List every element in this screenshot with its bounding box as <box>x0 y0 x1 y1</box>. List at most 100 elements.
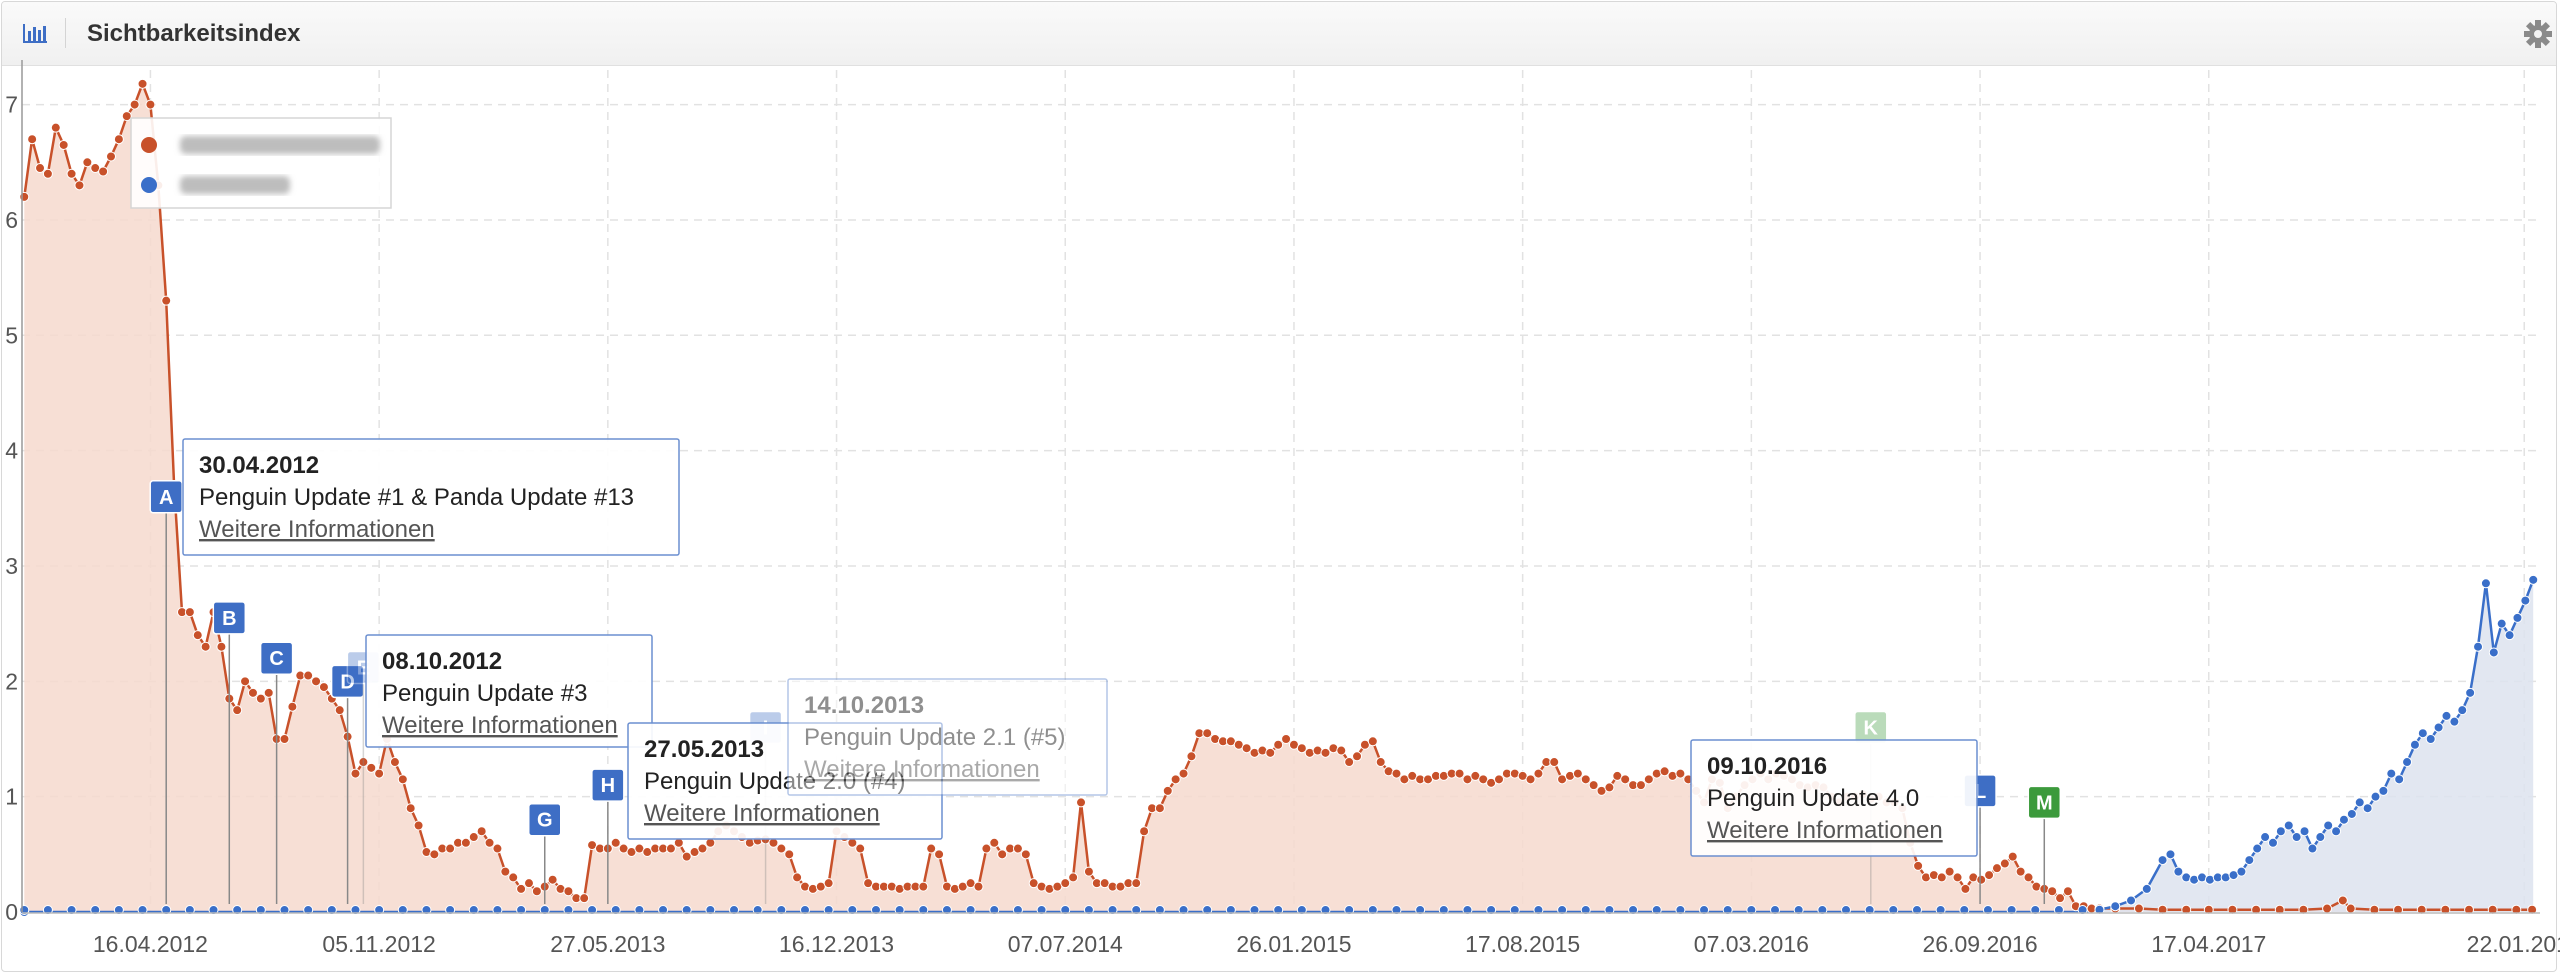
series1-point[interactable] <box>1454 768 1465 779</box>
series1-point[interactable] <box>1525 774 1536 785</box>
series1-point[interactable] <box>263 687 274 698</box>
series2-point[interactable] <box>2465 687 2476 698</box>
series1-point[interactable] <box>318 682 329 693</box>
series1-point[interactable] <box>137 78 148 89</box>
series1-point[interactable] <box>216 641 227 652</box>
series1-point[interactable] <box>2023 872 2034 883</box>
series1-point[interactable] <box>1620 774 1631 785</box>
series2-point[interactable] <box>2425 733 2436 744</box>
series1-point[interactable] <box>1952 872 1963 883</box>
series2-point[interactable] <box>2496 618 2507 629</box>
series2-point[interactable] <box>2409 739 2420 750</box>
series2-point[interactable] <box>2528 574 2539 585</box>
series1-point[interactable] <box>42 168 53 179</box>
series1-point[interactable] <box>1936 872 1947 883</box>
series1-point[interactable] <box>1999 858 2010 869</box>
series1-point[interactable] <box>1068 872 1079 883</box>
series1-point[interactable] <box>579 893 590 904</box>
series1-point[interactable] <box>192 630 203 641</box>
series1-point[interactable] <box>397 774 408 785</box>
series1-point[interactable] <box>405 803 416 814</box>
tooltip-link[interactable]: Weitere Informationen <box>804 756 1040 783</box>
series1-point[interactable] <box>476 826 487 837</box>
tooltip-link[interactable]: Weitere Informationen <box>644 800 880 827</box>
series2-point[interactable] <box>2110 901 2121 912</box>
series2-point[interactable] <box>2157 855 2168 866</box>
series1-point[interactable] <box>1273 739 1284 750</box>
series1-point[interactable] <box>121 111 132 122</box>
series1-point[interactable] <box>145 99 156 110</box>
series2-point[interactable] <box>2488 647 2499 658</box>
tooltip-link[interactable]: Weitere Informationen <box>199 516 435 543</box>
series1-point[interactable] <box>1960 883 1971 894</box>
series1-point[interactable] <box>1131 878 1142 889</box>
series1-point[interactable] <box>2015 866 2026 877</box>
series1-point[interactable] <box>1352 751 1363 762</box>
series1-point[interactable] <box>1635 780 1646 791</box>
series2-point[interactable] <box>2315 832 2326 843</box>
series1-point[interactable] <box>389 757 400 768</box>
series1-point[interactable] <box>35 163 46 174</box>
series2-point[interactable] <box>2354 797 2365 808</box>
series1-point[interactable] <box>106 151 117 162</box>
legend-marker-series2[interactable] <box>141 177 157 193</box>
series1-point[interactable] <box>1604 782 1615 793</box>
series2-point[interactable] <box>2504 630 2515 641</box>
series1-point[interactable] <box>1367 736 1378 747</box>
series1-point[interactable] <box>184 607 195 618</box>
series1-point[interactable] <box>1170 774 1181 785</box>
tooltip-link[interactable]: Weitere Informationen <box>382 712 618 739</box>
legend-label-series2-blurred[interactable] <box>180 176 290 194</box>
series1-point[interactable] <box>255 693 266 704</box>
series2-point[interactable] <box>2307 843 2318 854</box>
series2-point[interactable] <box>2244 855 2255 866</box>
series1-point[interactable] <box>1391 768 1402 779</box>
series1-point[interactable] <box>508 872 519 883</box>
series1-point[interactable] <box>2062 886 2073 897</box>
series1-point[interactable] <box>460 837 471 848</box>
series2-point[interactable] <box>2275 826 2286 837</box>
series1-point[interactable] <box>1549 757 1560 768</box>
series1-point[interactable] <box>1162 785 1173 796</box>
series1-point[interactable] <box>1533 768 1544 779</box>
series2-point[interactable] <box>2480 578 2491 589</box>
series2-point[interactable] <box>2394 774 2405 785</box>
series2-point[interactable] <box>2267 837 2278 848</box>
series2-point[interactable] <box>2331 826 2342 837</box>
tooltip-link[interactable]: Weitere Informationen <box>1707 817 1943 844</box>
series2-point[interactable] <box>2473 641 2484 652</box>
series2-point[interactable] <box>2402 757 2413 768</box>
series1-point[interactable] <box>82 157 93 168</box>
series2-point[interactable] <box>2291 832 2302 843</box>
series1-point[interactable] <box>1984 870 1995 881</box>
series1-point[interactable] <box>989 837 1000 848</box>
series1-point[interactable] <box>1178 768 1189 779</box>
series1-point[interactable] <box>563 886 574 897</box>
series1-point[interactable] <box>1375 757 1386 768</box>
series2-point[interactable] <box>2512 612 2523 623</box>
series1-point[interactable] <box>1012 843 1023 854</box>
series1-point[interactable] <box>1139 826 1150 837</box>
series1-point[interactable] <box>74 180 85 191</box>
series1-point[interactable] <box>1336 745 1347 756</box>
series1-point[interactable] <box>374 768 385 779</box>
series1-point[interactable] <box>855 843 866 854</box>
series2-point[interactable] <box>2386 768 2397 779</box>
series1-point[interactable] <box>247 687 258 698</box>
series1-point[interactable] <box>303 670 314 681</box>
series1-point[interactable] <box>311 676 322 687</box>
series1-point[interactable] <box>918 881 929 892</box>
series2-point[interactable] <box>2173 866 2184 877</box>
series1-point[interactable] <box>784 849 795 860</box>
series1-point[interactable] <box>1675 768 1686 779</box>
series1-point[interactable] <box>776 843 787 854</box>
series1-point[interactable] <box>1083 866 1094 877</box>
series1-point[interactable] <box>429 849 440 860</box>
series1-point[interactable] <box>2047 886 2058 897</box>
series2-point[interactable] <box>2417 728 2428 739</box>
series1-point[interactable] <box>523 878 534 889</box>
series1-point[interactable] <box>1494 774 1505 785</box>
series1-point[interactable] <box>547 874 558 885</box>
series1-point[interactable] <box>1020 849 1031 860</box>
series1-point[interactable] <box>468 832 479 843</box>
